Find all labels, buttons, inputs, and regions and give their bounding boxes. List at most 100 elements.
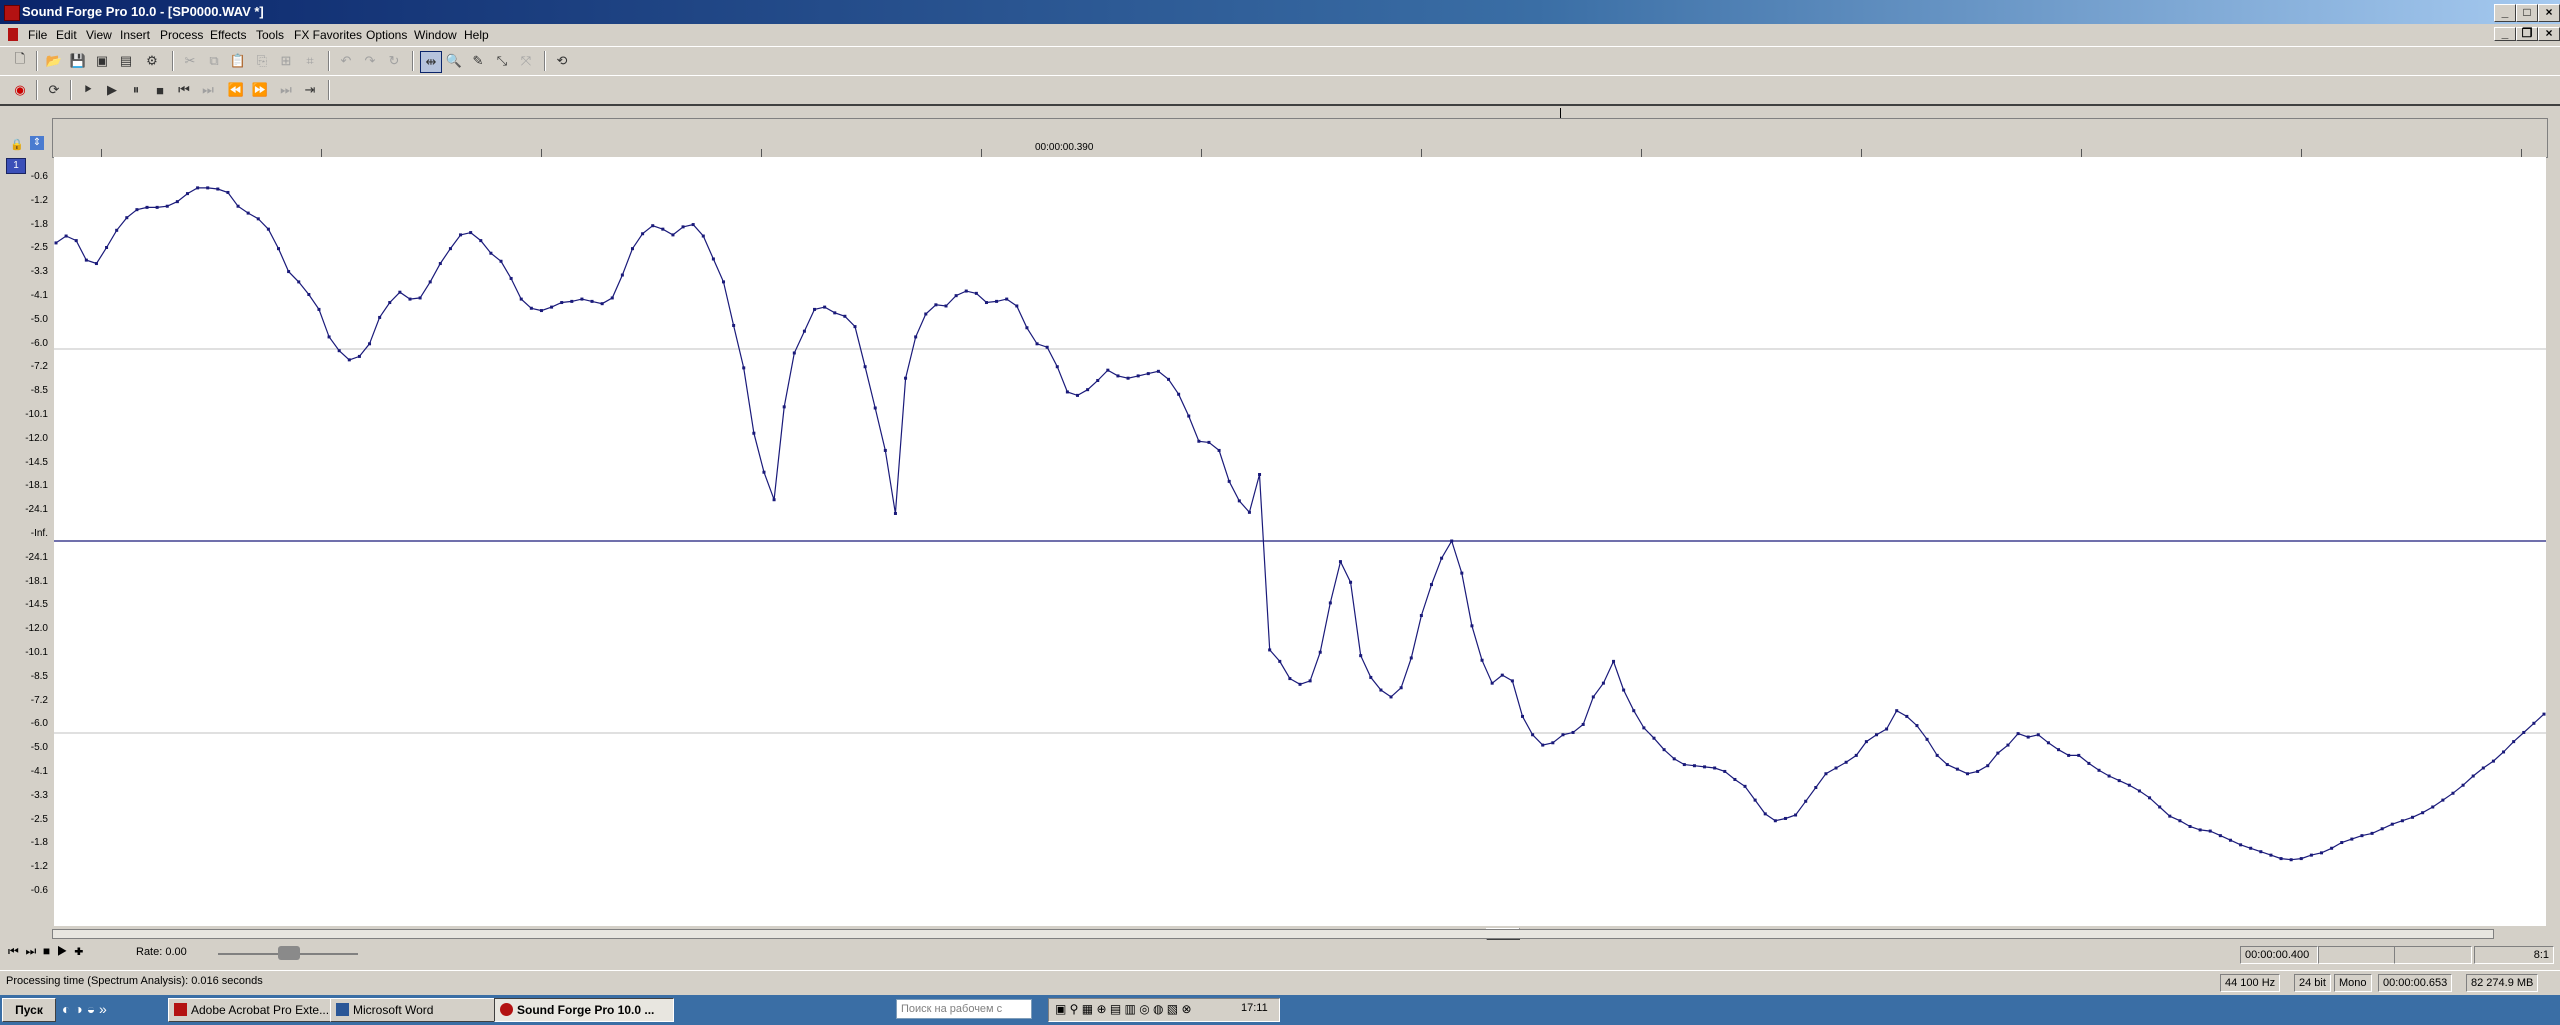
sample-point[interactable]: [1531, 733, 1535, 737]
sample-point[interactable]: [1349, 580, 1353, 584]
sample-point[interactable]: [1116, 374, 1120, 378]
sample-point[interactable]: [671, 233, 675, 237]
sample-point[interactable]: [1632, 709, 1636, 713]
sample-point[interactable]: [206, 186, 210, 190]
sample-point[interactable]: [1905, 714, 1909, 718]
sample-point[interactable]: [1612, 659, 1616, 663]
channels-field[interactable]: Mono: [2334, 974, 2372, 992]
sample-point[interactable]: [2512, 740, 2516, 744]
sample-point[interactable]: [84, 258, 88, 262]
sample-point[interactable]: [2411, 815, 2415, 819]
sample-point[interactable]: [1470, 624, 1474, 628]
menu-process[interactable]: Process: [156, 27, 207, 43]
sample-point[interactable]: [661, 227, 665, 231]
sample-point[interactable]: [2441, 798, 2445, 802]
zoom-ratio-field[interactable]: 8:1: [2474, 946, 2554, 964]
rate-slider-thumb[interactable]: [278, 946, 300, 960]
sample-point[interactable]: [1763, 812, 1767, 816]
sample-point[interactable]: [772, 498, 776, 502]
sample-point[interactable]: [256, 217, 260, 221]
sample-point[interactable]: [337, 349, 341, 353]
sample-point[interactable]: [580, 297, 584, 301]
sample-point[interactable]: [1217, 448, 1221, 452]
task-sound-forge[interactable]: Sound Forge Pro 10.0 ...: [494, 998, 674, 1022]
sample-point[interactable]: [1480, 658, 1484, 662]
sample-point[interactable]: [1247, 510, 1251, 514]
sample-point[interactable]: [1035, 342, 1039, 346]
sample-point[interactable]: [833, 311, 837, 315]
sample-point[interactable]: [2461, 783, 2465, 787]
sample-point[interactable]: [1369, 675, 1373, 679]
sample-point[interactable]: [1207, 440, 1211, 444]
sample-point[interactable]: [2380, 827, 2384, 831]
sample-point[interactable]: [984, 301, 988, 305]
sample-point[interactable]: [418, 296, 422, 300]
rewind-icon[interactable]: ⏪: [226, 80, 246, 100]
prev-marker-icon[interactable]: ⏭: [276, 80, 296, 100]
sample-point[interactable]: [2532, 721, 2536, 725]
selection-start-field[interactable]: 00:00:00.400: [2240, 946, 2318, 964]
properties-icon[interactable]: ⚙: [142, 51, 162, 71]
sample-point[interactable]: [2481, 766, 2485, 770]
sample-point[interactable]: [1086, 388, 1090, 392]
sample-point[interactable]: [641, 232, 645, 236]
sample-point[interactable]: [1399, 686, 1403, 690]
pause-icon[interactable]: ⏸: [126, 80, 146, 100]
sample-point[interactable]: [1814, 785, 1818, 789]
menu-fx-favorites[interactable]: FX Favorites: [290, 27, 366, 43]
sample-point[interactable]: [1794, 813, 1798, 817]
sample-point[interactable]: [357, 354, 361, 358]
cut-icon[interactable]: ✂: [180, 51, 200, 71]
sample-point[interactable]: [1075, 393, 1079, 397]
sample-point[interactable]: [934, 303, 938, 307]
sample-point[interactable]: [1328, 601, 1332, 605]
sample-point[interactable]: [1682, 763, 1686, 767]
sample-point[interactable]: [489, 251, 493, 255]
help-icon[interactable]: ⟲: [552, 51, 572, 71]
sample-point[interactable]: [2218, 834, 2222, 838]
redo-icon[interactable]: ↷: [360, 51, 380, 71]
sample-point[interactable]: [54, 241, 58, 245]
sample-point[interactable]: [924, 312, 928, 316]
sample-point[interactable]: [2188, 824, 2192, 828]
sample-point[interactable]: [509, 276, 513, 280]
quick-launch-icons[interactable]: ◐ ◑ ◒ »: [62, 1001, 107, 1017]
sample-point[interactable]: [792, 351, 796, 355]
sample-point[interactable]: [1834, 766, 1838, 770]
sample-rate-field[interactable]: 44 100 Hz: [2220, 974, 2281, 992]
sample-point[interactable]: [1652, 736, 1656, 740]
menu-file[interactable]: File: [24, 27, 51, 43]
envelope-tool-icon[interactable]: ⤡: [492, 51, 512, 71]
forward-icon[interactable]: ⏩: [250, 80, 270, 100]
sample-point[interactable]: [145, 205, 149, 209]
sample-point[interactable]: [600, 302, 604, 306]
bit-depth-field[interactable]: 24 bit: [2294, 974, 2331, 992]
sample-point[interactable]: [1925, 737, 1929, 741]
sample-point[interactable]: [2097, 768, 2101, 772]
sample-point[interactable]: [1308, 679, 1312, 683]
play-icon[interactable]: ▶: [102, 80, 122, 100]
sample-point[interactable]: [1824, 772, 1828, 776]
sample-point[interactable]: [1025, 326, 1029, 330]
save-as-icon[interactable]: ▣: [92, 51, 112, 71]
close-button[interactable]: ×: [2538, 4, 2560, 22]
sample-point[interactable]: [519, 297, 523, 301]
menu-effects[interactable]: Effects: [206, 27, 250, 43]
sample-point[interactable]: [438, 262, 442, 266]
sample-point[interactable]: [1500, 673, 1504, 677]
sample-point[interactable]: [2350, 837, 2354, 841]
sample-point[interactable]: [1561, 733, 1565, 737]
sample-point[interactable]: [1156, 369, 1160, 373]
sample-point[interactable]: [1450, 539, 1454, 543]
sample-point[interactable]: [1096, 378, 1100, 382]
sample-point[interactable]: [1541, 743, 1545, 747]
task-acrobat[interactable]: Adobe Acrobat Pro Exte...: [168, 998, 348, 1022]
sample-point[interactable]: [1429, 583, 1433, 587]
sample-point[interactable]: [2502, 750, 2506, 754]
selection-length-field[interactable]: [2394, 946, 2472, 964]
sample-point[interactable]: [2542, 712, 2546, 716]
sample-point[interactable]: [2340, 841, 2344, 845]
sample-point[interactable]: [732, 323, 736, 327]
sample-point[interactable]: [499, 259, 503, 263]
paste-icon[interactable]: 📋: [228, 51, 248, 71]
